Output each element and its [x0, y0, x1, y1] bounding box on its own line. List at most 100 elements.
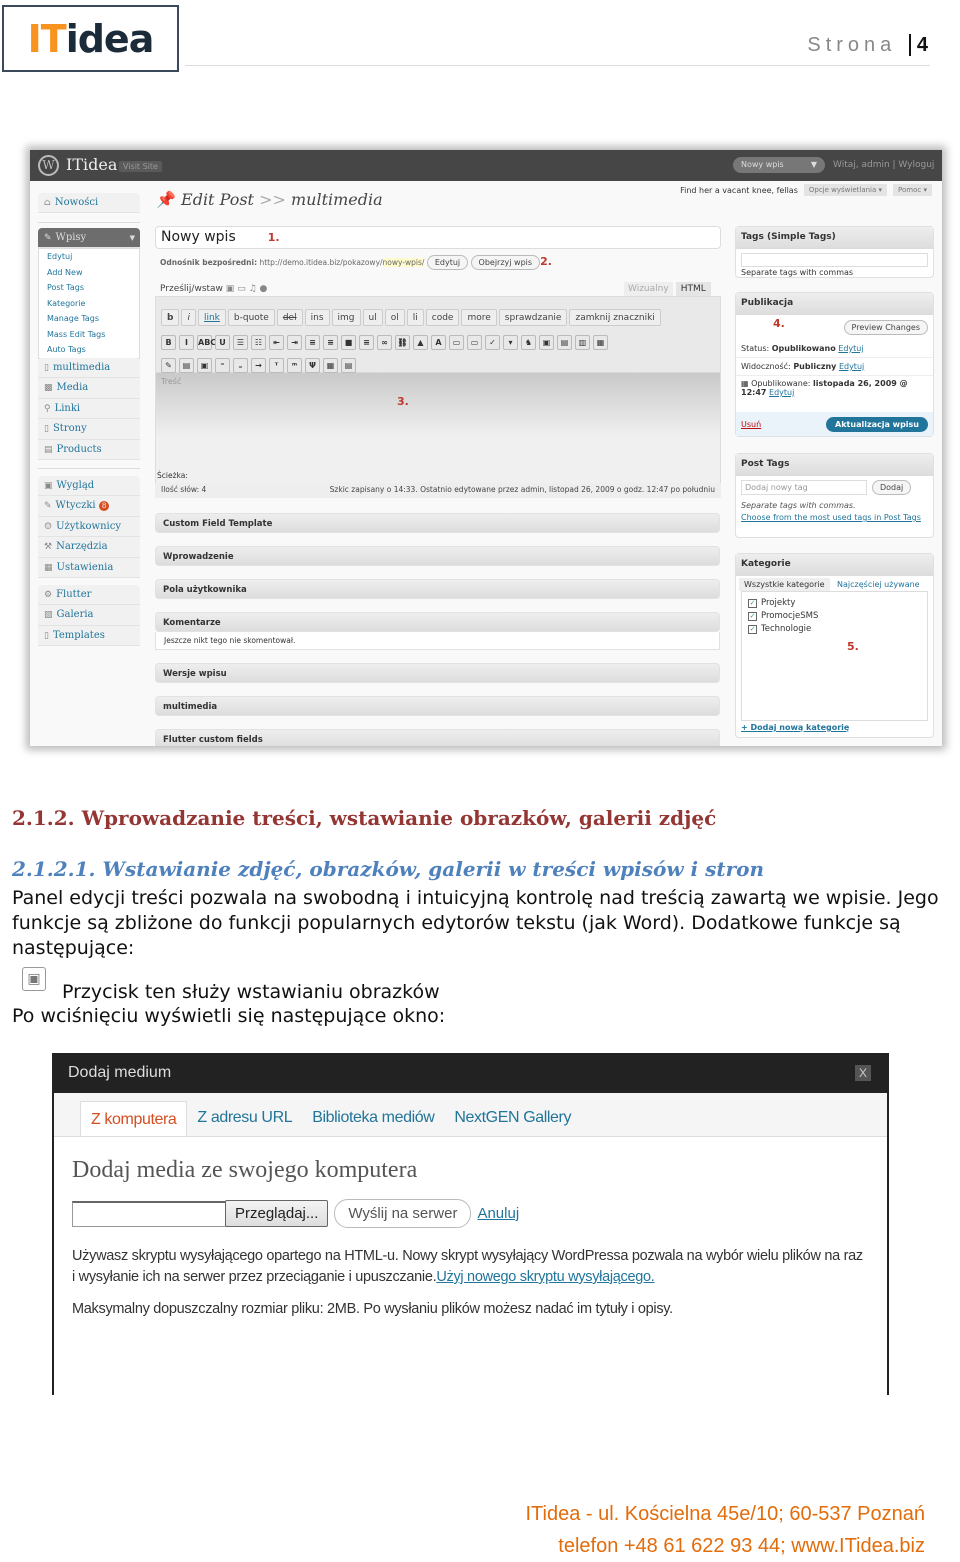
editor-format-icon[interactable]: → — [251, 358, 266, 373]
quicktag-button[interactable]: ol — [384, 309, 405, 326]
postbox-header[interactable]: multimedia — [155, 696, 720, 716]
editor-format-icon[interactable]: ▣ — [197, 358, 212, 373]
preview-changes-button[interactable]: Preview Changes — [843, 320, 928, 335]
quicktag-button[interactable]: del — [276, 309, 303, 326]
editor-format-icon[interactable]: ▭ — [449, 335, 464, 350]
sidebar-subitem[interactable]: Manage Tags — [39, 311, 139, 327]
sidebar-item-posts[interactable]: ✎ Wpisy ▼ — [38, 228, 140, 249]
tab-visual[interactable]: Wizualny — [624, 282, 673, 296]
tab-popular-categories[interactable]: Najczęściej używane — [832, 580, 920, 589]
postbox-header[interactable]: Komentarze — [155, 612, 720, 632]
editor-format-icon[interactable]: ▣ — [539, 335, 554, 350]
editor-format-icon[interactable]: ABC — [197, 335, 216, 350]
editor-format-icon[interactable]: ≡ — [323, 335, 338, 350]
sidebar-subitem[interactable]: Mass Edit Tags — [39, 327, 139, 343]
media-tab[interactable]: NextGEN Gallery — [444, 1101, 581, 1136]
tab-all-categories[interactable]: Wszystkie kategorie — [739, 578, 830, 591]
sidebar-item[interactable]: ▤ Products — [38, 440, 140, 460]
screen-options-button[interactable]: Opcje wyświetlania ▾ — [803, 184, 888, 196]
category-checkbox[interactable]: ✓ — [748, 612, 757, 621]
visit-site-button[interactable]: Visit Site — [119, 161, 162, 172]
edit-date-link[interactable]: Edytuj — [769, 388, 794, 397]
editor-format-icon[interactable]: ▦ — [323, 358, 338, 373]
sidebar-item[interactable]: ⚒ Narzędzia — [38, 537, 140, 558]
sidebar-item[interactable]: ▩ Media — [38, 378, 140, 399]
editor-format-icon[interactable]: Ψ — [305, 358, 320, 373]
quicktag-button[interactable]: link — [197, 309, 226, 326]
quicktag-button[interactable]: ul — [362, 309, 383, 326]
post-title-input[interactable]: Nowy wpis 1. — [155, 226, 721, 249]
postbox-header[interactable]: Wersje wpisu — [155, 663, 720, 683]
editor-format-icon[interactable]: ⁼ — [215, 358, 230, 373]
cancel-link[interactable]: Anuluj — [477, 1205, 519, 1222]
sidebar-subitem[interactable]: Edytuj — [39, 249, 139, 265]
simple-tags-input[interactable] — [741, 253, 928, 267]
edit-visibility-link[interactable]: Edytuj — [839, 362, 864, 371]
editor-format-icon[interactable]: ✓ — [485, 335, 500, 350]
quicktag-button[interactable]: zamknij znaczniki — [569, 309, 661, 326]
new-uploader-link[interactable]: Użyj nowego skryptu wysyłającego. — [436, 1269, 654, 1285]
editor-format-icon[interactable]: ▾ — [503, 335, 518, 350]
editor-format-icon[interactable]: U — [215, 335, 230, 350]
sidebar-item[interactable]: ✎ Wtyczki 8 — [38, 496, 140, 517]
media-tab[interactable]: Z komputera — [80, 1101, 188, 1136]
editor-format-icon[interactable]: ₌ — [233, 358, 248, 373]
update-post-button[interactable]: Aktualizacja wpisu — [826, 416, 928, 432]
quicktag-button[interactable]: ins — [304, 309, 330, 326]
postbox-header[interactable]: Pola użytkownika — [155, 579, 720, 599]
favorite-actions-dropdown[interactable]: Nowy wpis ▼ — [733, 157, 825, 173]
sidebar-item-dashboard[interactable]: ⌂ Nowości — [38, 193, 140, 214]
user-greeting[interactable]: Witaj, admin | Wyloguj — [833, 160, 934, 170]
postbox-header[interactable]: Wprowadzenie — [155, 546, 720, 566]
editor-format-icon[interactable]: ▭ — [467, 335, 482, 350]
quicktag-button[interactable]: more — [461, 309, 497, 326]
new-tag-input[interactable]: Dodaj nowy tag — [741, 480, 867, 495]
editor-format-icon[interactable]: ▥ — [575, 335, 590, 350]
sidebar-item[interactable]: ⚲ Linki — [38, 399, 140, 420]
browse-button[interactable]: Przeglądaj... — [225, 1200, 329, 1227]
editor-format-icon[interactable]: ⛓ — [395, 335, 410, 350]
help-button[interactable]: Pomoc ▾ — [893, 184, 932, 196]
postbox-header[interactable]: Custom Field Template — [155, 513, 720, 533]
editor-format-icon[interactable]: ⇤ — [269, 335, 284, 350]
add-image-icon[interactable]: ▣ — [226, 284, 235, 294]
sidebar-item[interactable]: ▦ Ustawienia — [38, 558, 140, 578]
editor-format-icon[interactable]: B — [161, 335, 176, 350]
editor-format-icon[interactable]: ♞ — [521, 335, 536, 350]
editor-format-icon[interactable]: ▲ — [413, 335, 428, 350]
quicktag-button[interactable]: b — [161, 309, 180, 326]
editor-format-icon[interactable]: ᵐ — [287, 358, 302, 373]
delete-link[interactable]: Usuń — [741, 420, 761, 429]
upload-button[interactable]: Wyślij na serwer — [334, 1199, 472, 1228]
add-tag-button[interactable]: Dodaj — [872, 480, 912, 495]
sidebar-subitem[interactable]: Post Tags — [39, 280, 139, 296]
close-icon[interactable]: X — [855, 1065, 871, 1081]
editor-format-icon[interactable]: ■ — [341, 335, 356, 350]
category-checkbox[interactable]: ✓ — [748, 625, 757, 634]
sidebar-subitem[interactable]: Kategorie — [39, 296, 139, 312]
add-category-link[interactable]: + Dodaj nową kategorię — [736, 723, 933, 732]
tab-html[interactable]: HTML — [675, 282, 711, 296]
sidebar-subitem[interactable]: Add New — [39, 265, 139, 281]
editor-format-icon[interactable]: ☷ — [251, 335, 266, 350]
editor-format-icon[interactable]: ᵀ — [269, 358, 284, 373]
category-checkbox[interactable]: ✓ — [748, 599, 757, 608]
sidebar-subitem[interactable]: Auto Tags — [39, 342, 139, 358]
add-media-icon[interactable]: ● — [260, 284, 268, 294]
editor-format-icon[interactable]: A — [431, 335, 446, 350]
sidebar-item[interactable]: ⚙ Flutter — [38, 585, 140, 606]
media-tab[interactable]: Biblioteka mediów — [302, 1101, 444, 1136]
editor-format-icon[interactable]: ▤ — [557, 335, 572, 350]
view-post-button[interactable]: Obejrzyj wpis — [470, 255, 541, 270]
quicktag-button[interactable]: i — [181, 309, 196, 326]
sidebar-item[interactable]: ▣ Wygląd — [38, 476, 140, 497]
editor-format-icon[interactable]: ▤ — [179, 358, 194, 373]
content-textarea[interactable]: Treść — [161, 377, 181, 386]
media-tab[interactable]: Z adresu URL — [187, 1101, 302, 1136]
quicktag-button[interactable]: code — [425, 309, 460, 326]
editor-format-icon[interactable]: ▦ — [593, 335, 608, 350]
editor-format-icon[interactable]: ✎ — [161, 358, 176, 373]
sidebar-item[interactable]: ▯ multimedia — [38, 358, 140, 379]
most-used-tags-link[interactable]: Choose from the most used tags in Post T… — [736, 512, 933, 523]
postbox-header[interactable]: Flutter custom fields — [155, 729, 720, 746]
